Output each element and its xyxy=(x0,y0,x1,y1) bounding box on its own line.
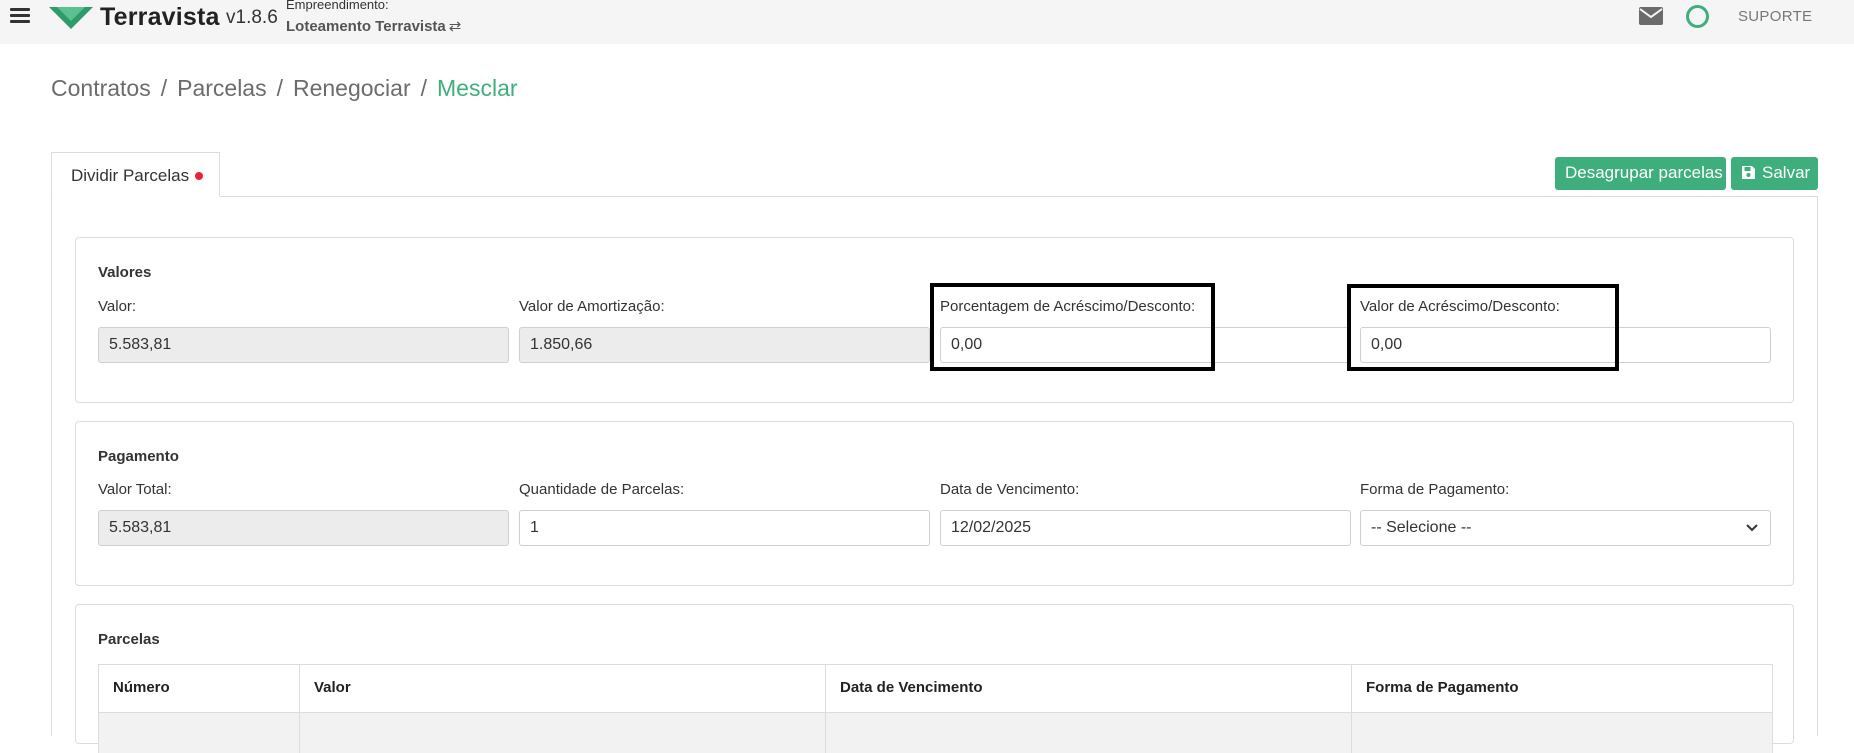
unsaved-indicator xyxy=(195,172,204,180)
top-navbar: Terravista v1.8.6 Empreendimento: Loteam… xyxy=(0,0,1854,44)
tab-label: Dividir Parcelas xyxy=(71,166,190,185)
vencimento-label: Data de Vencimento: xyxy=(940,481,1080,498)
table-row xyxy=(98,713,1773,753)
breadcrumb-separator: / xyxy=(420,75,428,101)
menu-icon[interactable] xyxy=(10,8,30,26)
forma-pagamento-select[interactable]: -- Selecione -- xyxy=(1360,510,1771,546)
save-button[interactable]: Salvar xyxy=(1731,157,1818,190)
table-cell xyxy=(98,713,299,753)
parcelas-section: Parcelas Número Valor Data de Vencimento… xyxy=(75,604,1794,753)
porcentagem-input[interactable]: 0,00 xyxy=(940,327,1351,363)
vencimento-input[interactable]: 12/02/2025 xyxy=(940,510,1351,546)
amortizacao-field: 1.850,66 xyxy=(519,327,930,363)
column-header-data-vencimento[interactable]: Data de Vencimento xyxy=(825,665,1351,713)
swap-icon[interactable]: ⇄ xyxy=(449,18,462,35)
forma-pagamento-label: Forma de Pagamento: xyxy=(1360,481,1510,498)
brand-name: Terravista xyxy=(100,3,220,31)
pagamento-section: Pagamento Valor Total: 5.583,81 Quantida… xyxy=(75,421,1794,586)
parcelas-table: Número Valor Data de Vencimento Forma de… xyxy=(98,664,1773,753)
breadcrumb-separator: / xyxy=(276,75,283,101)
breadcrumb-separator: / xyxy=(160,75,168,101)
porcentagem-label: Porcentagem de Acréscimo/Desconto: xyxy=(940,298,1196,315)
breadcrumb-contratos[interactable]: Contratos xyxy=(51,75,151,101)
column-header-numero[interactable]: Número xyxy=(98,665,299,713)
column-header-valor[interactable]: Valor xyxy=(299,665,825,713)
chevron-down-icon xyxy=(1746,524,1758,532)
breadcrumb: Contratos / Parcelas / Renegociar / Mesclar xyxy=(51,75,518,102)
column-header-forma-pagamento[interactable]: Forma de Pagamento xyxy=(1351,665,1773,713)
save-label: Salvar xyxy=(1762,163,1811,182)
table-header: Número Valor Data de Vencimento Forma de… xyxy=(98,665,1773,713)
quantidade-input[interactable]: 1 xyxy=(519,510,930,546)
save-icon xyxy=(1742,166,1755,179)
breadcrumb-renegociar[interactable]: Renegociar xyxy=(293,75,411,101)
valor-field: 5.583,81 xyxy=(98,327,509,363)
forma-pagamento-value: -- Selecione -- xyxy=(1371,519,1472,536)
breadcrumb-parcelas[interactable]: Parcelas xyxy=(177,75,266,101)
acrescimo-label: Valor de Acréscimo/Desconto: xyxy=(1360,298,1560,315)
status-indicator-icon[interactable] xyxy=(1686,5,1709,28)
table-cell xyxy=(299,713,825,753)
amortizacao-label: Valor de Amortização: xyxy=(519,298,665,315)
section-title: Valores xyxy=(98,264,152,281)
support-link[interactable]: SUPORTE xyxy=(1738,8,1812,25)
valor-total-field: 5.583,81 xyxy=(98,510,509,546)
section-title: Pagamento xyxy=(98,448,179,465)
mail-icon[interactable] xyxy=(1639,7,1663,25)
empreendimento-label: Empreendimento: xyxy=(286,0,389,12)
desagrupar-parcelas-button[interactable]: Desagrupar parcelas xyxy=(1555,157,1726,190)
logo-icon xyxy=(49,7,93,29)
app-version: v1.8.6 xyxy=(226,7,278,28)
valor-total-label: Valor Total: xyxy=(98,481,172,498)
valor-label: Valor: xyxy=(98,298,137,315)
valores-section: Valores Valor: 5.583,81 Valor de Amortiz… xyxy=(75,237,1794,403)
empreendimento-selector[interactable]: Loteamento Terravista ⇄ xyxy=(286,17,461,35)
empreendimento-value: Loteamento Terravista xyxy=(286,18,446,35)
table-cell xyxy=(1351,713,1773,753)
table-cell xyxy=(825,713,1351,753)
acrescimo-input[interactable]: 0,00 xyxy=(1360,327,1771,363)
breadcrumb-mesclar: Mesclar xyxy=(437,75,518,101)
section-title: Parcelas xyxy=(98,631,160,648)
quantidade-label: Quantidade de Parcelas: xyxy=(519,481,685,498)
tab-dividir-parcelas[interactable]: Dividir Parcelas xyxy=(51,152,220,197)
